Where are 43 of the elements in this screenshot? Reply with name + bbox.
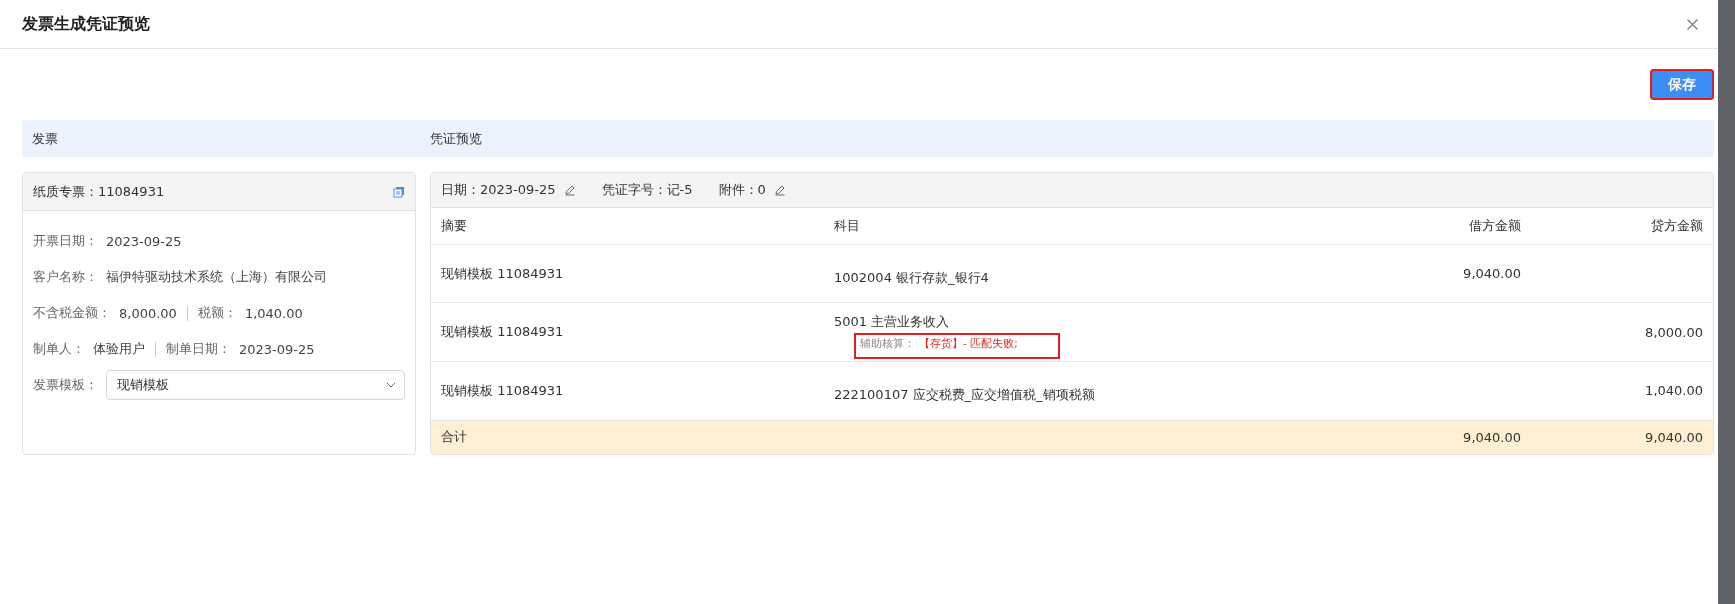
field-label: 制单人： (33, 340, 85, 358)
field-value: 体验用户 (93, 340, 145, 358)
amount-cell: 8,000.00 (1645, 324, 1703, 340)
invoice-title: 纸质专票：11084931 (33, 182, 165, 201)
column-header: 借方金额 (1469, 218, 1521, 234)
section-title: 凭证预览 (430, 129, 482, 148)
template-dropdown[interactable]: 现销模板 (106, 370, 405, 400)
account-cell: 222100107 应交税费_应交增值税_销项税额 (834, 386, 1095, 402)
field-label: 发票模板： (33, 376, 98, 394)
field-label: 不含税金额： (33, 304, 111, 322)
close-icon[interactable] (1687, 18, 1698, 30)
field-label: 制单日期： (166, 340, 231, 358)
account-cell: 1002004 银行存款_银行4 (834, 269, 989, 285)
edit-icon[interactable] (563, 184, 576, 197)
field-value: 2023-09-25 (106, 233, 182, 249)
amount-cell: 9,040.00 (1463, 266, 1521, 281)
total-label: 合计 (441, 429, 467, 445)
section-title: 发票 (31, 129, 59, 148)
field-label: 客户名称： (33, 268, 98, 286)
dialog-title: 发票生成凭证预览 (22, 13, 150, 35)
field-value: 8,000.00 (119, 305, 177, 321)
meta-text: 附件：0 (718, 181, 766, 200)
account-cell: 5001 主营业务收入 (834, 314, 950, 330)
edit-icon[interactable] (773, 184, 786, 197)
copy-icon[interactable] (393, 185, 405, 198)
meta-text: 日期：2023-09-25 (441, 181, 556, 200)
amount-cell: 1,040.00 (1645, 383, 1703, 399)
chevron-down-icon (386, 382, 396, 388)
column-header: 贷方金额 (1651, 218, 1703, 234)
field-value: 2023-09-25 (239, 341, 315, 357)
amount-cell: 9,040.00 (1645, 429, 1703, 445)
column-header: 科目 (834, 218, 860, 234)
field-label: 税额： (197, 304, 237, 322)
aux-error-message: 辅助核算： 【存货】- 匹配失败; (854, 333, 1060, 360)
column-header: 摘要 (441, 218, 467, 234)
summary-cell: 现销模板 11084931 (441, 382, 564, 398)
amount-cell: 9,040.00 (1463, 429, 1521, 445)
meta-text: 凭证字号：记-5 (601, 181, 693, 200)
summary-cell: 现销模板 11084931 (441, 265, 564, 281)
field-value: 1,040.00 (244, 305, 303, 321)
summary-cell: 现销模板 11084931 (441, 324, 564, 340)
field-label: 开票日期： (33, 232, 98, 250)
field-value: 福伊特驱动技术系统（上海）有限公司 (106, 268, 327, 286)
